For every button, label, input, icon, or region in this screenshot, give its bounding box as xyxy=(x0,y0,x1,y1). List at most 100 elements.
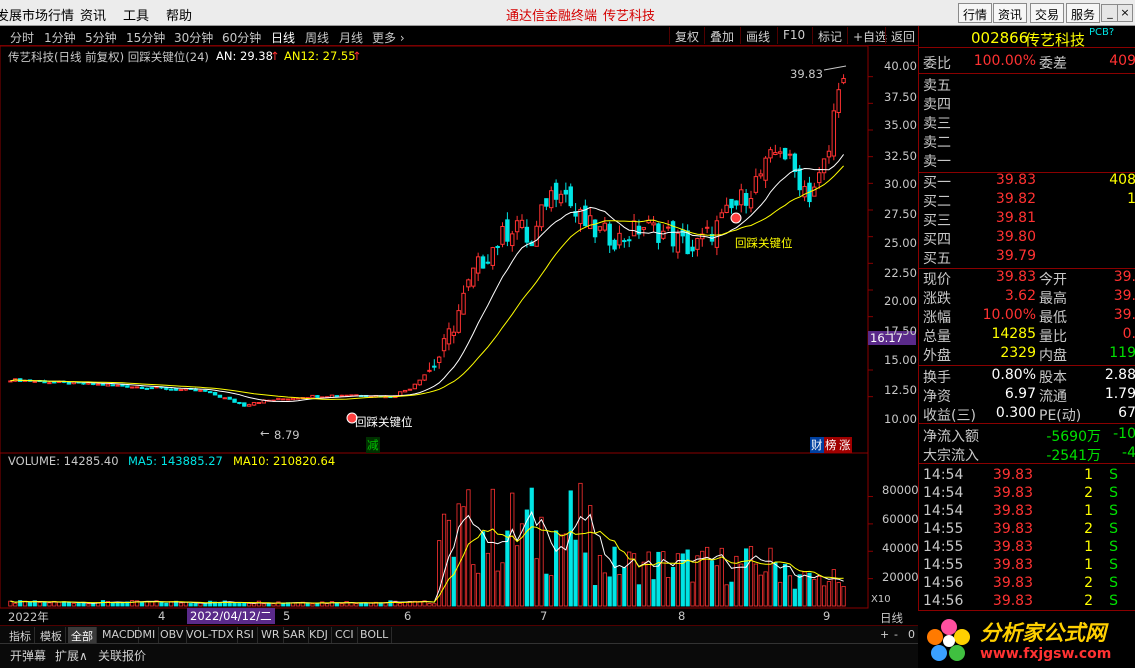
candle-body xyxy=(704,226,710,229)
zoom-out-button[interactable]: - xyxy=(891,627,901,643)
rise-badge[interactable]: 涨 xyxy=(838,437,852,453)
volume-tick: 20000 xyxy=(882,570,919,584)
sector-tag[interactable]: PCB? xyxy=(1089,27,1114,38)
candle-body xyxy=(402,389,408,393)
period-more[interactable]: 更多 › xyxy=(372,29,405,46)
fuquan-button[interactable]: 复权 xyxy=(669,27,704,44)
stat-label-2: 最低 xyxy=(1039,310,1067,326)
menu-news[interactable]: 资讯 xyxy=(80,5,106,24)
f10-button[interactable]: F10 xyxy=(777,27,810,44)
volume-bar xyxy=(744,548,749,607)
price-tick: 30.00 xyxy=(884,177,917,191)
tab-sar[interactable]: SAR xyxy=(280,627,310,643)
candle-body xyxy=(237,401,242,404)
volume-bar xyxy=(656,551,661,607)
reduce-badge[interactable]: 减 xyxy=(366,437,380,453)
period-week[interactable]: 周线 xyxy=(305,29,329,46)
tab-kdj[interactable]: KDJ xyxy=(306,627,332,643)
volume-bar xyxy=(792,588,797,607)
close-icon[interactable]: × xyxy=(1117,4,1133,22)
candle-body xyxy=(485,261,491,264)
tick-volume: 1 xyxy=(1084,503,1093,519)
period-month[interactable]: 月线 xyxy=(339,29,363,46)
tick-side: S xyxy=(1109,539,1118,555)
tab-cci[interactable]: CCI xyxy=(332,627,358,643)
volume-bar xyxy=(344,601,349,607)
volume-bar xyxy=(836,582,841,607)
volume-bar xyxy=(247,602,252,607)
logo-url[interactable]: www.fxjgsw.com xyxy=(980,646,1111,662)
finance-badge[interactable]: 财 xyxy=(810,437,824,453)
draw-button[interactable]: 画线 xyxy=(740,27,775,44)
service-button[interactable]: 服务 xyxy=(1066,3,1101,23)
trade-button[interactable]: 交易 xyxy=(1030,3,1065,23)
candle-body xyxy=(149,387,154,390)
menu-help[interactable]: 帮助 xyxy=(166,5,192,24)
overlay-button[interactable]: 叠加 xyxy=(704,27,739,44)
price-tick: 40.00 xyxy=(884,59,917,73)
quote-row: 14:55 39.83 1 S xyxy=(923,539,1135,558)
news-button[interactable]: 资讯 xyxy=(993,3,1028,23)
candle-body xyxy=(524,226,530,243)
mark-button[interactable]: 标记 xyxy=(812,27,847,44)
period-1min[interactable]: 1分钟 xyxy=(44,29,76,46)
menu-market[interactable]: 发展市场行情 xyxy=(0,5,74,24)
candle-body xyxy=(797,168,802,191)
quote-row: 买五 39.79 xyxy=(923,248,1135,267)
tick-time: 14:56 xyxy=(923,593,964,609)
candle-body xyxy=(95,383,101,386)
high-price-label: 39.83 xyxy=(790,67,823,81)
stat-label: 总量 xyxy=(923,329,951,345)
volume-bar xyxy=(139,601,145,607)
back-button[interactable]: 返回 xyxy=(885,27,920,44)
volume-bar xyxy=(685,549,690,607)
key-level-marker xyxy=(730,212,742,224)
period-fenshi[interactable]: 分时 xyxy=(10,29,34,46)
tab-template[interactable]: 模板 xyxy=(37,627,66,643)
period-5min[interactable]: 5分钟 xyxy=(85,29,117,46)
volume-bar xyxy=(544,573,549,607)
tab-dmi[interactable]: DMI xyxy=(131,627,160,643)
candle-body xyxy=(690,246,695,252)
expand-button[interactable]: 扩展∧ xyxy=(55,647,88,664)
kline-chart[interactable] xyxy=(0,46,918,625)
period-30min[interactable]: 30分钟 xyxy=(174,29,213,46)
tab-indicator[interactable]: 指标 xyxy=(6,627,35,643)
tab-boll[interactable]: BOLL xyxy=(357,627,393,643)
candle-body xyxy=(753,176,759,193)
volume-bar xyxy=(641,561,646,607)
quote-row: 换手 0.80% 股本 2.88 xyxy=(923,367,1135,386)
tab-vol-tdx[interactable]: VOL-TDX xyxy=(183,627,238,643)
weicha-label: 委差 xyxy=(1039,56,1067,72)
reset-zoom-button[interactable]: 0 xyxy=(905,627,918,643)
tick-time: 14:55 xyxy=(923,557,964,573)
zoom-in-button[interactable]: + xyxy=(877,627,892,643)
quote-row: 大宗流入 -2541万 -4 xyxy=(923,445,1135,464)
volume-bar xyxy=(778,581,783,607)
quote-button[interactable]: 行情 xyxy=(958,3,993,23)
period-60min[interactable]: 60分钟 xyxy=(222,29,261,46)
arrow-up-icon: ↑ xyxy=(352,49,362,63)
flow-value-2: -4 xyxy=(1122,445,1135,461)
rank-badge[interactable]: 榜 xyxy=(824,437,838,453)
tab-rsi[interactable]: RSI xyxy=(233,627,258,643)
volume-bar xyxy=(237,602,242,607)
candle-body xyxy=(466,279,471,288)
period-toolbar: 分时 1分钟 5分钟 15分钟 30分钟 60分钟 日线 周线 月线 更多 › … xyxy=(0,26,918,46)
related-quotes-button[interactable]: 关联报价 xyxy=(98,647,146,664)
stat-label-2: 流通 xyxy=(1039,389,1067,405)
candle-body xyxy=(451,331,457,336)
volume-bar xyxy=(110,602,115,607)
stock-title: 传艺科技 xyxy=(603,9,656,24)
danmaku-toggle[interactable]: 开弹幕 xyxy=(10,647,46,664)
volume-bar xyxy=(534,558,539,607)
volume-bar xyxy=(188,603,193,607)
candle-body xyxy=(631,220,637,237)
menu-tools[interactable]: 工具 xyxy=(123,5,149,24)
tab-all[interactable]: 全部 xyxy=(68,627,97,643)
buy-price: 39.79 xyxy=(995,248,1036,264)
period-15min[interactable]: 15分钟 xyxy=(126,29,165,46)
period-day[interactable]: 日线 xyxy=(271,29,295,46)
candle-body xyxy=(134,386,140,389)
candle-body xyxy=(436,356,442,363)
